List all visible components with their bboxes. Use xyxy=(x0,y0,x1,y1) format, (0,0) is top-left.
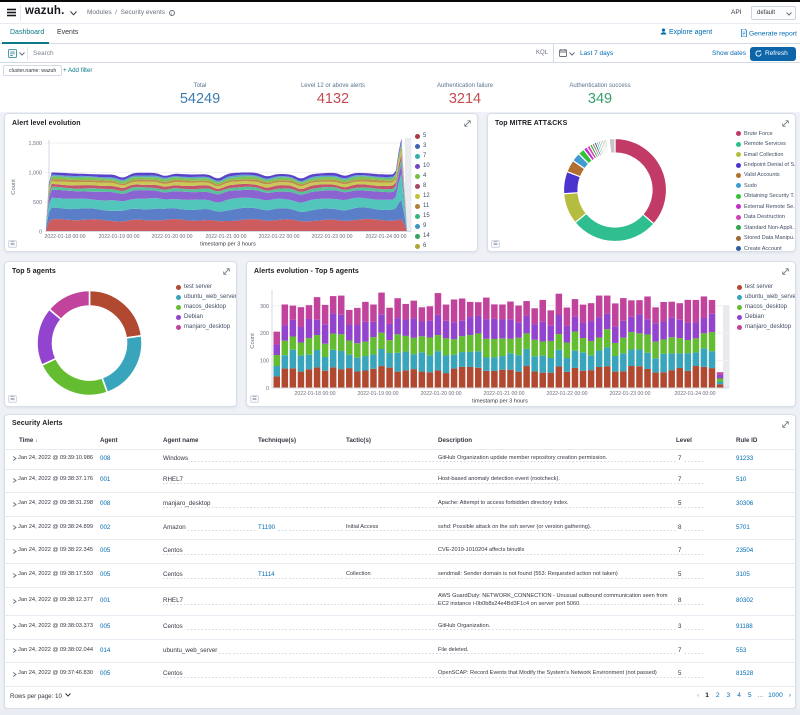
svg-text:2022-01-22 00:00: 2022-01-22 00:00 xyxy=(547,391,588,397)
svg-text:300: 300 xyxy=(260,304,269,310)
svg-text:2022-01-20 00:00: 2022-01-20 00:00 xyxy=(152,234,193,240)
svg-text:0: 0 xyxy=(39,230,42,236)
svg-text:2022-01-20 00:00: 2022-01-20 00:00 xyxy=(421,391,462,397)
svg-text:2022-01-24 00:00: 2022-01-24 00:00 xyxy=(366,234,407,240)
svg-text:2022-01-19 00:00: 2022-01-19 00:00 xyxy=(358,391,399,397)
svg-text:2022-01-21 00:00: 2022-01-21 00:00 xyxy=(484,391,525,397)
svg-text:2022-01-23 00:00: 2022-01-23 00:00 xyxy=(312,234,353,240)
svg-text:2022-01-18 00:00: 2022-01-18 00:00 xyxy=(295,391,336,397)
svg-text:2022-01-21 00:00: 2022-01-21 00:00 xyxy=(206,234,247,240)
svg-text:timestamp per 3 hours: timestamp per 3 hours xyxy=(200,242,256,248)
svg-text:1,000: 1,000 xyxy=(29,171,43,177)
svg-text:Count: Count xyxy=(11,179,17,195)
svg-text:2022-01-24 00:00: 2022-01-24 00:00 xyxy=(675,391,716,397)
svg-text:timestamp per 3 hours: timestamp per 3 hours xyxy=(472,399,528,405)
svg-text:500: 500 xyxy=(33,200,42,206)
svg-text:2022-01-23 00:00: 2022-01-23 00:00 xyxy=(610,391,651,397)
svg-text:2022-01-18 00:00: 2022-01-18 00:00 xyxy=(45,234,86,240)
svg-text:2022-01-22 00:00: 2022-01-22 00:00 xyxy=(259,234,300,240)
svg-text:100: 100 xyxy=(260,359,269,365)
svg-text:1,500: 1,500 xyxy=(29,141,43,147)
svg-text:0: 0 xyxy=(266,386,269,392)
svg-text:2022-01-19 00:00: 2022-01-19 00:00 xyxy=(99,234,140,240)
svg-text:200: 200 xyxy=(260,331,269,337)
svg-text:Count: Count xyxy=(250,333,256,349)
